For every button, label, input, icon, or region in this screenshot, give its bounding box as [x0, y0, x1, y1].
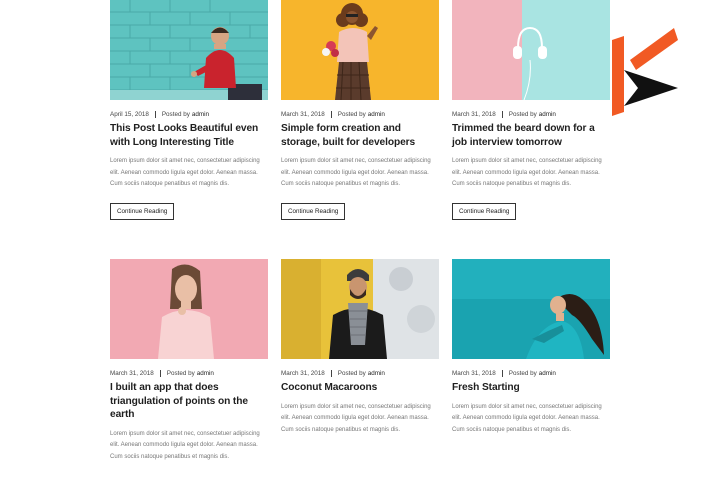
post-author[interactable]: admin	[539, 111, 556, 118]
posted-by-label: Posted by	[508, 111, 537, 118]
post-meta: April 15, 2018 Posted by admin	[110, 111, 268, 118]
meta-separator	[501, 370, 503, 377]
post-title[interactable]: This Post Looks Beautiful even with Long…	[110, 122, 268, 149]
post-thumbnail[interactable]	[281, 0, 439, 100]
woman-teal-sky-image	[452, 259, 610, 359]
brand-logo-icon-graphic	[612, 28, 678, 116]
post-thumbnail[interactable]	[110, 0, 268, 100]
post-date[interactable]: March 31, 2018	[281, 111, 325, 118]
post-meta: March 31, 2018 Posted by admin	[452, 370, 610, 377]
woman-pink-background-image	[110, 259, 268, 359]
continue-reading-button[interactable]: Continue Reading	[452, 202, 517, 220]
posted-by-label: Posted by	[166, 370, 195, 377]
post-date[interactable]: March 31, 2018	[452, 111, 496, 118]
man-beanie-image	[281, 259, 439, 359]
blog-post-grid: April 15, 2018 Posted by admin This Post…	[110, 0, 610, 499]
woman-yellow-background-image	[281, 0, 439, 100]
meta-separator	[330, 370, 332, 377]
meta-separator	[501, 111, 503, 118]
post-card: March 31, 2018 Posted by admin Coconut M…	[281, 259, 439, 499]
post-excerpt: Lorem ipsum dolor sit amet nec, consecte…	[281, 403, 431, 433]
post-date[interactable]: March 31, 2018	[452, 370, 496, 377]
post-excerpt: Lorem ipsum dolor sit amet nec, consecte…	[452, 158, 602, 187]
posted-by-label: Posted by	[337, 370, 366, 377]
post-author[interactable]: admin	[368, 370, 385, 377]
post-excerpt: Lorem ipsum dolor sit amet nec, consecte…	[452, 403, 602, 433]
man-red-sweater-image	[110, 0, 268, 100]
post-meta: March 31, 2018 Posted by admin	[281, 111, 439, 118]
post-author[interactable]: admin	[197, 370, 214, 377]
headphones-image	[452, 0, 610, 100]
post-excerpt: Lorem ipsum dolor sit amet nec, consecte…	[110, 430, 260, 460]
post-excerpt: Lorem ipsum dolor sit amet nec, consecte…	[281, 158, 431, 187]
post-card: April 15, 2018 Posted by admin This Post…	[110, 0, 268, 240]
post-date[interactable]: April 15, 2018	[110, 111, 149, 118]
posted-by-label: Posted by	[161, 111, 190, 118]
post-title[interactable]: Simple form creation and storage, built …	[281, 122, 439, 149]
post-title[interactable]: Fresh Starting	[452, 381, 610, 395]
post-thumbnail[interactable]	[110, 259, 268, 359]
post-card: March 31, 2018 Posted by admin Simple fo…	[281, 0, 439, 240]
post-author[interactable]: admin	[539, 370, 556, 377]
continue-reading-button[interactable]: Continue Reading	[281, 202, 346, 220]
post-meta: March 31, 2018 Posted by admin	[281, 370, 439, 377]
post-meta: March 31, 2018 Posted by admin	[110, 370, 268, 377]
post-date[interactable]: March 31, 2018	[110, 370, 154, 377]
post-card: March 31, 2018 Posted by admin I built a…	[110, 259, 268, 499]
post-card: March 31, 2018 Posted by admin Fresh Sta…	[452, 259, 610, 499]
posted-by-label: Posted by	[508, 370, 537, 377]
post-meta: March 31, 2018 Posted by admin	[452, 111, 610, 118]
post-title[interactable]: Coconut Macaroons	[281, 381, 439, 395]
post-thumbnail[interactable]	[452, 259, 610, 359]
posted-by-label: Posted by	[337, 111, 366, 118]
meta-separator	[159, 370, 161, 377]
post-author[interactable]: admin	[192, 111, 209, 118]
post-title[interactable]: I built an app that does triangulation o…	[110, 381, 268, 422]
meta-separator	[330, 111, 332, 118]
continue-reading-button[interactable]: Continue Reading	[110, 202, 175, 220]
post-card: March 31, 2018 Posted by admin Trimmed t…	[452, 0, 610, 240]
post-author[interactable]: admin	[368, 111, 385, 118]
post-thumbnail[interactable]	[452, 0, 610, 100]
post-title[interactable]: Trimmed the beard down for a job intervi…	[452, 122, 610, 149]
post-thumbnail[interactable]	[281, 259, 439, 359]
brand-logo-icon	[610, 26, 680, 116]
post-date[interactable]: March 31, 2018	[281, 370, 325, 377]
post-excerpt: Lorem ipsum dolor sit amet nec, consecte…	[110, 158, 260, 187]
meta-separator	[154, 111, 156, 118]
